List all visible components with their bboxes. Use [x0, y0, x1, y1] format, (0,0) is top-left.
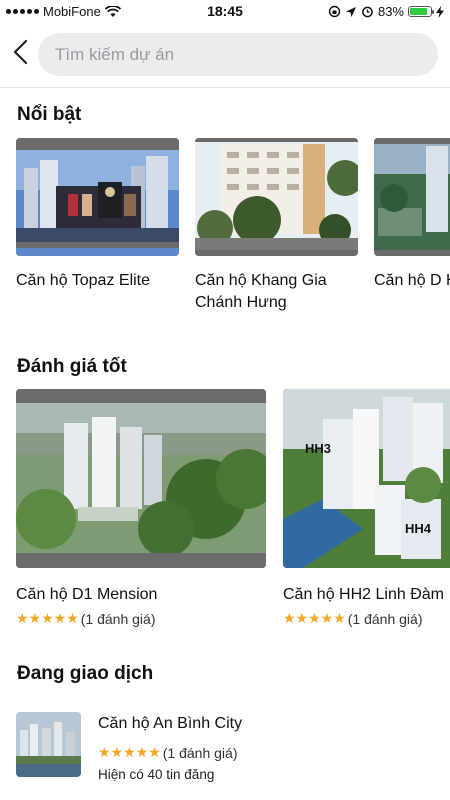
listing-count: Hiện có 40 tin đăng [98, 767, 215, 782]
review-count: (1 đánh giá) [347, 610, 423, 627]
section-title-top-rated: Đánh giá tốt [17, 356, 127, 377]
star-rating-icon: ★★★★★ [283, 610, 346, 626]
project-name: Căn hộ D1 Mension [16, 586, 158, 603]
project-name: Căn hộ HH2 Linh Đàm [283, 586, 444, 603]
project-card[interactable]: Căn hộ D1 Mension ★★★★★ (1 đánh giá) [16, 389, 266, 627]
search-header [0, 22, 450, 88]
review-count: (1 đánh giá) [80, 610, 156, 627]
orientation-lock-icon [328, 5, 341, 18]
charging-bolt-icon [436, 5, 444, 18]
section-title-trading: Đang giao dịch [17, 663, 154, 684]
star-rating-icon: ★★★★★ [16, 610, 79, 626]
section-title-featured: Nổi bật [17, 104, 82, 125]
project-card[interactable]: HH3 HH4 Căn hộ HH2 Linh Đàm ★★★★★ (1 đán… [283, 389, 450, 627]
project-name: Căn hộ D H [374, 272, 450, 289]
rating: ★★★★★ (1 đánh giá) [283, 610, 450, 627]
status-bar: MobiFone 18:45 83% [0, 0, 450, 22]
top-rated-carousel[interactable]: Căn hộ D1 Mension ★★★★★ (1 đánh giá) HH3… [0, 389, 450, 639]
search-input[interactable] [55, 44, 438, 65]
featured-carousel[interactable]: Căn hộ Topaz Elite Căn hộ Khang Gia Chán… [0, 138, 450, 328]
review-count: (1 đánh giá) [162, 744, 238, 761]
project-image [16, 138, 179, 256]
project-image: HH3 HH4 [283, 389, 450, 568]
project-card[interactable]: Căn hộ Khang Gia Chánh Hưng [195, 138, 358, 314]
location-arrow-icon [345, 6, 356, 17]
tower-label-hh4: HH4 [405, 521, 432, 536]
project-card[interactable]: Căn hộ Topaz Elite [16, 138, 179, 292]
project-name: Căn hộ Khang Gia Chánh Hưng [195, 272, 327, 311]
battery-icon [408, 6, 434, 17]
rating: ★★★★★ (1 đánh giá) [16, 610, 266, 627]
list-item[interactable]: Căn hộ An Bình City ★★★★★ (1 đánh giá) H… [16, 712, 436, 790]
alarm-icon [362, 6, 373, 18]
star-rating-icon: ★★★★★ [98, 744, 161, 760]
project-image [374, 138, 450, 256]
tower-label-hh3: HH3 [305, 441, 331, 456]
project-image [195, 138, 358, 256]
search-bar[interactable] [38, 33, 438, 76]
project-name: Căn hộ Topaz Elite [16, 272, 151, 289]
project-name: Căn hộ An Bình City [98, 715, 243, 732]
project-card[interactable]: Căn hộ D H [374, 138, 450, 292]
back-chevron-icon[interactable] [10, 38, 34, 66]
project-image [16, 389, 266, 568]
battery-percent: 83% [377, 4, 404, 19]
project-thumbnail [16, 712, 81, 777]
rating: ★★★★★ (1 đánh giá) [98, 744, 237, 761]
